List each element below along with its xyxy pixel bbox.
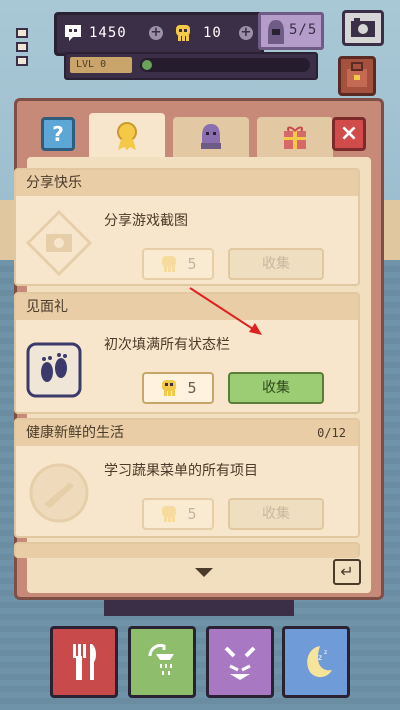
play-button[interactable] [206,626,274,698]
svg-text:z: z [324,649,327,656]
svg-text:z: z [318,653,322,662]
sleep-button[interactable]: z z [282,626,350,698]
feed-button[interactable] [50,626,118,698]
room-label-strip [104,600,294,616]
devil-face-icon [224,646,256,680]
fork-knife-icon [73,644,97,680]
wash-button[interactable] [128,626,196,698]
shower-icon [148,644,174,675]
moon-sleep-icon: z z [307,646,332,678]
